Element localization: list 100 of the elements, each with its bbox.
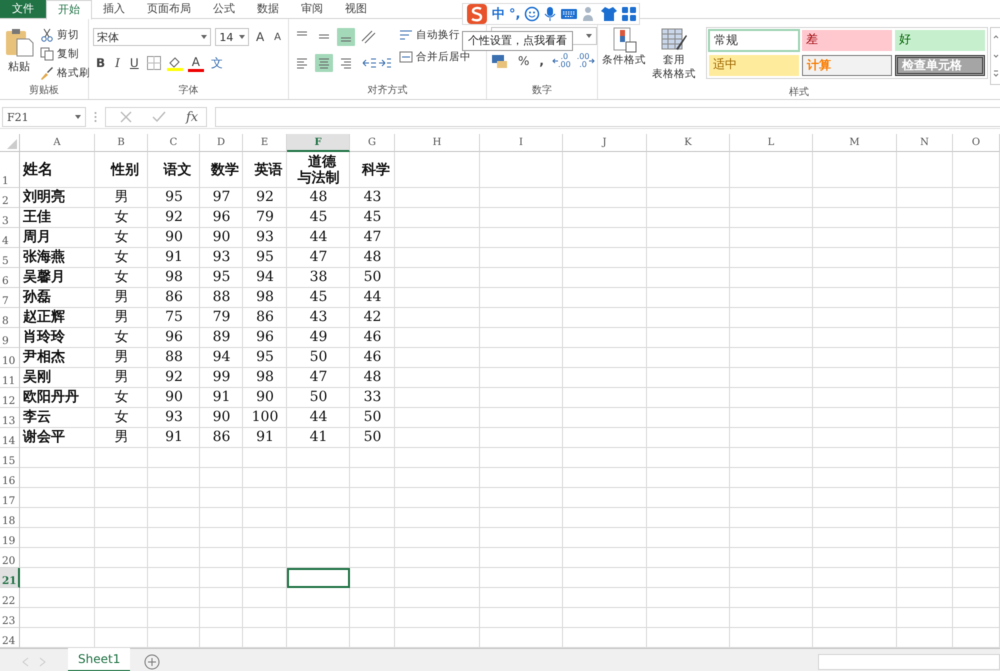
table-cell-text: 女 <box>114 408 130 428</box>
table-cell-text: 45 <box>308 288 328 308</box>
table-cell-text: 男 <box>114 348 130 368</box>
table-cell-text: 97 <box>212 188 232 208</box>
table-cell: 道德与法制 <box>297 154 340 186</box>
table-cell-text: 谢会平 <box>22 428 66 448</box>
table-cell-text: 48 <box>308 188 328 208</box>
table-cell-text: 42 <box>362 308 382 328</box>
table-cell-text: 95 <box>255 248 275 268</box>
table-cell-text: 周月 <box>22 228 52 248</box>
table-cell-text: 33 <box>362 388 382 408</box>
table-cell-text: 48 <box>362 368 382 388</box>
table-cell-text: 92 <box>164 208 184 228</box>
table-cell-text: 50 <box>362 268 382 288</box>
table-cell-text: 张海燕 <box>22 248 66 268</box>
table-cell-text: 96 <box>164 328 184 348</box>
table-cell-text: 79 <box>255 208 275 228</box>
tooltip: 个性设置，点我看看 <box>462 31 573 51</box>
table-cell-text: 44 <box>308 228 328 248</box>
table-cell-text: 47 <box>308 248 328 268</box>
table-cell-text: 47 <box>362 228 382 248</box>
table-cell-text: 吴馨月 <box>22 268 66 288</box>
table-cell-text: 43 <box>308 308 328 328</box>
group-label: 数字 <box>531 84 553 98</box>
table-cell-text: 孙磊 <box>22 288 52 308</box>
table-cell-text: 性别 <box>109 162 140 178</box>
table-cell-text: 96 <box>255 328 275 348</box>
table-cell-text: 94 <box>255 268 275 288</box>
table-cell-text: 96 <box>212 208 232 228</box>
table-cell-text: 79 <box>212 308 232 328</box>
table-cell-text: 女 <box>114 328 130 348</box>
table-cell-text: 88 <box>212 288 232 308</box>
table-cell-text: 肖玲玲 <box>22 328 66 348</box>
table-cell-text: 女 <box>114 388 130 408</box>
table-cell-text: 93 <box>212 248 232 268</box>
table-cell-text: 45 <box>362 208 382 228</box>
table-cell-text: 95 <box>255 348 275 368</box>
table-cell-text: 98 <box>255 288 275 308</box>
table-cell-text: 44 <box>308 408 328 428</box>
table-cell-text: 50 <box>308 388 328 408</box>
table-cell-text: 50 <box>362 428 382 448</box>
table-cell-text: 98 <box>255 368 275 388</box>
table-cell-text: 92 <box>255 188 275 208</box>
table-cell-text: 47 <box>308 368 328 388</box>
table-cell-text: 91 <box>164 428 184 448</box>
table-cell-text: 86 <box>212 428 232 448</box>
table-cell-text: 50 <box>362 408 382 428</box>
table-cell-text: 男 <box>114 188 130 208</box>
table-cell-text: 女 <box>114 268 130 288</box>
table-cell-text: 94 <box>212 348 232 368</box>
table-cell-text: 男 <box>114 308 130 328</box>
table-cell-text: 98 <box>164 268 184 288</box>
table-cell-text: 93 <box>164 408 184 428</box>
table-cell-text: 语文 <box>162 162 192 178</box>
table-cell-text: 男 <box>114 368 130 388</box>
table-cell-text: 90 <box>255 388 275 408</box>
table-cell-text: 91 <box>164 248 184 268</box>
group-label: 字体 <box>178 84 200 98</box>
table-cell-text: 89 <box>212 328 232 348</box>
table-cell-text: 李云 <box>22 408 52 428</box>
table-cell-text: 90 <box>212 228 232 248</box>
table-cell-text: 95 <box>212 268 232 288</box>
table-cell-text: 女 <box>114 208 130 228</box>
table-cell-text: 95 <box>164 188 184 208</box>
table-cell-text: 75 <box>164 308 184 328</box>
table-cell-text: 刘明亮 <box>22 188 66 208</box>
table-cell-text: 男 <box>114 428 130 448</box>
table-cell-text: 男 <box>114 288 130 308</box>
table-cell-text: 92 <box>164 368 184 388</box>
table-cell-text: 46 <box>362 348 382 368</box>
group-label: 剪贴板 <box>28 84 60 98</box>
group-label: 样式 <box>788 86 810 100</box>
table-cell-text: 90 <box>164 388 184 408</box>
table-cell-text: 90 <box>212 408 232 428</box>
table-cell-text: 赵正辉 <box>22 308 66 328</box>
table-cell-text: 欧阳丹丹 <box>22 388 80 408</box>
table-cell-text: 86 <box>255 308 275 328</box>
table-cell-text: 90 <box>164 228 184 248</box>
table-cell-text: 93 <box>255 228 275 248</box>
table-cell-text: 86 <box>164 288 184 308</box>
group-label: 对齐方式 <box>366 84 408 98</box>
table-cell-text: 41 <box>308 428 328 448</box>
table-cell-text: 45 <box>308 208 328 228</box>
table-cell-text: 王佳 <box>22 208 52 228</box>
table-cell-text: 49 <box>308 328 328 348</box>
table-cell-text: 数学 <box>210 162 240 178</box>
table-cell-text: 尹相杰 <box>22 348 66 368</box>
table-cell-text: 43 <box>362 188 382 208</box>
table-cell-text: 91 <box>255 428 275 448</box>
table-cell-text: 女 <box>114 228 130 248</box>
table-cell-text: 100 <box>250 408 280 428</box>
table-cell-text: 99 <box>212 368 232 388</box>
table-cell-text: 吴刚 <box>22 368 52 388</box>
table-cell-text: 48 <box>362 248 382 268</box>
table-cell-text: 88 <box>164 348 184 368</box>
table-cell-text: 科学 <box>360 162 391 178</box>
table-cell-text: 女 <box>114 248 130 268</box>
table-cell-text: 英语 <box>253 162 284 178</box>
table-cell: 姓名 <box>23 161 53 179</box>
table-cell-text: 50 <box>308 348 328 368</box>
